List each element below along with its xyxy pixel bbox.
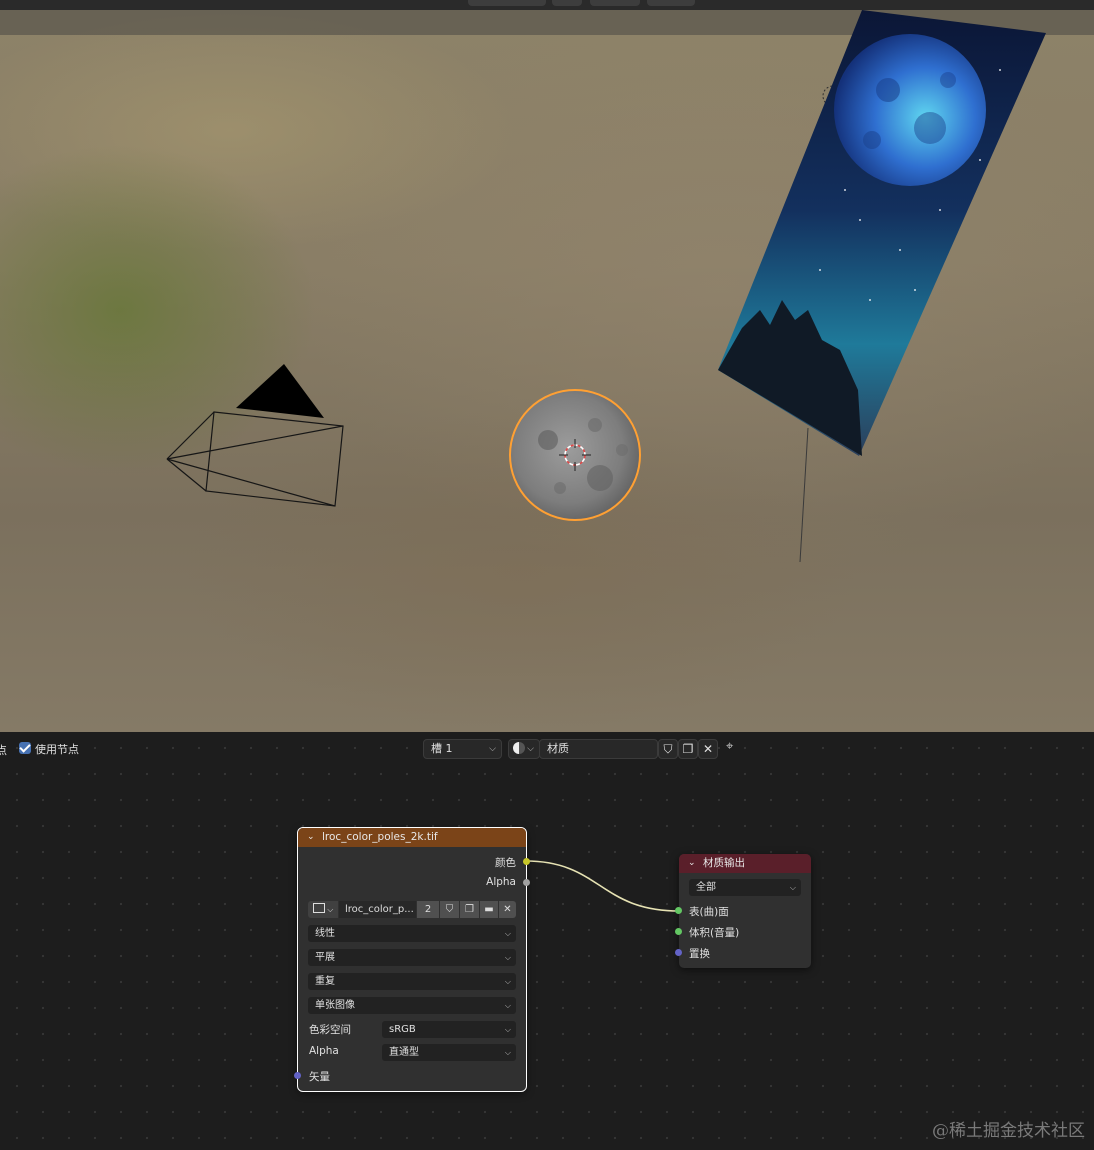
colorspace-value: sRGB — [389, 1024, 416, 1035]
chevron-down-icon: ⌵ — [789, 883, 796, 892]
source-dropdown[interactable]: 单张图像 ⌵ — [308, 997, 516, 1014]
colorspace-label: 色彩空间 — [309, 1024, 351, 1036]
alpha-mode-value: 直通型 — [389, 1047, 419, 1058]
chevron-down-icon: ⌵ — [504, 1001, 511, 1010]
image-name-field[interactable]: lroc_color_p... — [339, 901, 416, 918]
shield-icon: ⛉ — [663, 742, 673, 756]
close-icon: ✕ — [503, 904, 512, 915]
source-value: 单张图像 — [315, 1000, 355, 1011]
fake-user-button[interactable]: ⛉ — [658, 739, 678, 759]
chevron-down-icon: ⌵ — [504, 929, 511, 938]
image-fake-user-button[interactable]: ⛉ — [440, 901, 459, 918]
image-users-count[interactable]: 2 — [417, 901, 439, 918]
moon-sphere-object[interactable] — [509, 389, 641, 521]
input-vector-socket[interactable] — [294, 1072, 301, 1079]
image-icon — [312, 903, 325, 913]
projection-value: 平展 — [315, 952, 335, 963]
input-displacement-label: 置换 — [689, 948, 710, 960]
folder-icon: ▬ — [484, 904, 494, 915]
image-name: lroc_color_p... — [345, 904, 414, 915]
material-output-node[interactable]: ⌄ 材质输出 全部 ⌵ 表(曲)面 体积(音量) 置换 — [675, 854, 811, 968]
duplicate-material-button[interactable]: ❐ — [678, 739, 698, 759]
image-duplicate-button[interactable]: ❐ — [460, 901, 479, 918]
chevron-down-icon: ⌄ — [307, 832, 315, 842]
output-target-dropdown[interactable]: 全部 ⌵ — [689, 879, 801, 896]
material-browse-button[interactable]: ⌵ — [508, 739, 540, 759]
pin-icon[interactable]: ⌖ — [726, 739, 733, 754]
image-datablock-row: ⌵ lroc_color_p... 2 ⛉ ❐ ▬ ✕ — [308, 901, 516, 918]
output-color-label: 颜色 — [495, 857, 516, 869]
camera-object[interactable] — [166, 364, 344, 507]
image-browse-button[interactable]: ⌵ — [308, 901, 338, 918]
node-links — [525, 860, 680, 912]
input-volume-label: 体积(音量) — [689, 927, 740, 939]
top-bar-widget[interactable] — [552, 0, 582, 6]
light-object-line[interactable] — [799, 427, 809, 563]
image-node-title: lroc_color_poles_2k.tif — [322, 831, 438, 843]
chevron-down-icon: ⌵ — [489, 744, 496, 754]
users-count-value: 2 — [424, 904, 432, 915]
chevron-down-icon: ⌵ — [527, 744, 534, 754]
top-bar — [0, 0, 1094, 10]
interpolation-dropdown[interactable]: 线性 ⌵ — [308, 925, 516, 942]
output-node-title: 材质输出 — [703, 857, 745, 869]
header-cut-label: 点 — [0, 744, 7, 757]
input-volume-socket[interactable] — [675, 928, 682, 935]
output-alpha-label: Alpha — [486, 876, 516, 888]
extension-value: 重复 — [315, 976, 335, 987]
input-displacement-socket[interactable] — [675, 949, 682, 956]
watermark: @稀土掘金技术社区 — [932, 1121, 1085, 1141]
node-editor-header: 点 使用节点 槽 1 ⌵ ⌵ 材质 ⛉ ❐ ✕ ⌖ — [0, 733, 1094, 763]
slot-label: 槽 1 — [431, 742, 453, 755]
use-nodes-checkbox[interactable] — [19, 742, 31, 754]
chevron-down-icon: ⌄ — [688, 858, 696, 868]
image-node-header[interactable]: ⌄ lroc_color_poles_2k.tif — [298, 828, 526, 847]
image-texture-node[interactable]: ⌄ lroc_color_poles_2k.tif 颜色 Alpha ⌵ lro… — [294, 827, 530, 1092]
material-slot-dropdown[interactable]: 槽 1 ⌵ — [423, 739, 502, 759]
image-plane-object[interactable] — [718, 10, 1046, 456]
chevron-down-icon: ⌵ — [504, 977, 511, 986]
material-name-field[interactable]: 材质 — [539, 739, 658, 759]
unlink-material-button[interactable]: ✕ — [698, 739, 718, 759]
image-open-button[interactable]: ▬ — [480, 901, 498, 918]
output-alpha-socket[interactable] — [523, 879, 530, 886]
chevron-down-icon: ⌵ — [504, 1048, 511, 1057]
shield-icon: ⛉ — [445, 904, 454, 915]
output-color-socket[interactable] — [523, 858, 530, 865]
output-node-header[interactable]: ⌄ 材质输出 — [679, 854, 811, 873]
copy-icon: ❐ — [465, 904, 474, 915]
close-icon: ✕ — [702, 742, 714, 756]
output-target-value: 全部 — [696, 882, 716, 893]
shader-node-editor[interactable]: 点 使用节点 槽 1 ⌵ ⌵ 材质 ⛉ ❐ ✕ ⌖ ⌄ lroc_color_p… — [0, 733, 1094, 1150]
chevron-down-icon: ⌵ — [504, 953, 511, 962]
colorspace-dropdown[interactable]: sRGB ⌵ — [382, 1021, 516, 1038]
3d-viewport[interactable] — [0, 10, 1094, 732]
alpha-mode-label: Alpha — [309, 1045, 339, 1057]
top-bar-widget[interactable] — [468, 0, 546, 6]
use-nodes-label: 使用节点 — [35, 743, 79, 756]
top-bar-widget[interactable] — [647, 0, 695, 6]
input-surface-label: 表(曲)面 — [689, 906, 729, 918]
interpolation-value: 线性 — [315, 928, 335, 939]
viewport-scene — [166, 10, 1046, 563]
link-color-to-surface[interactable] — [525, 860, 680, 912]
copy-icon: ❐ — [682, 742, 694, 756]
extension-dropdown[interactable]: 重复 ⌵ — [308, 973, 516, 990]
projection-dropdown[interactable]: 平展 ⌵ — [308, 949, 516, 966]
image-unlink-button[interactable]: ✕ — [499, 901, 516, 918]
material-name: 材质 — [547, 742, 569, 755]
top-bar-widget[interactable] — [590, 0, 640, 6]
input-vector-label: 矢量 — [309, 1071, 330, 1083]
material-sphere-icon — [513, 742, 525, 754]
alpha-mode-dropdown[interactable]: 直通型 ⌵ — [382, 1044, 516, 1061]
input-surface-socket[interactable] — [675, 907, 682, 914]
chevron-down-icon: ⌵ — [504, 1025, 511, 1034]
